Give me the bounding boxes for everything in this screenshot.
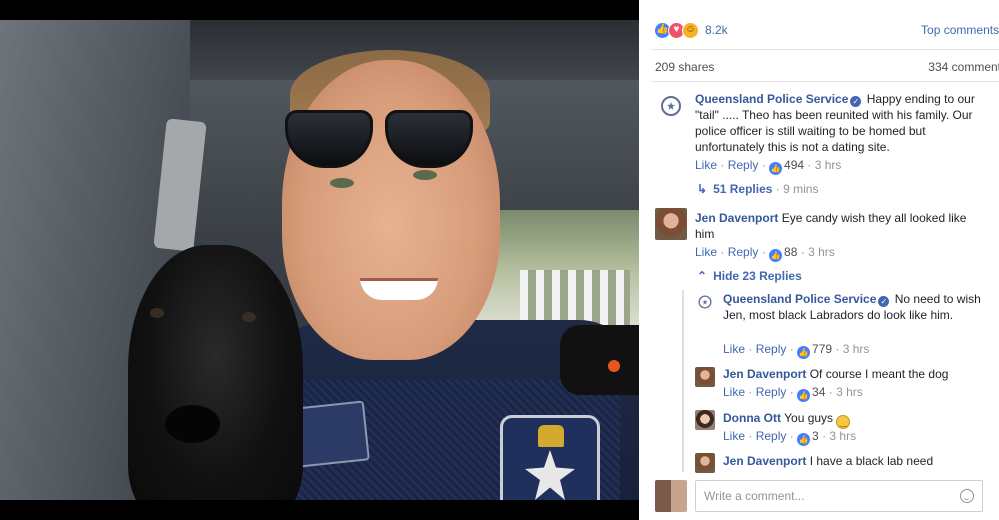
dog-eye-right bbox=[242, 312, 256, 322]
badge-crown bbox=[538, 425, 564, 447]
hide-replies-label: Hide 23 Replies bbox=[713, 269, 802, 283]
replies-time: 9 mins bbox=[783, 182, 819, 196]
reply-link[interactable]: Reply bbox=[756, 342, 787, 356]
comment-time[interactable]: 3 hrs bbox=[815, 158, 842, 172]
like-link[interactable]: Like bbox=[695, 158, 717, 172]
like-link[interactable]: Like bbox=[695, 245, 717, 259]
replies-count: 51 Replies bbox=[713, 182, 773, 196]
sort-comments-dropdown[interactable]: Top comments▼ bbox=[921, 23, 999, 37]
officer-eye-left bbox=[330, 178, 354, 188]
like-count[interactable]: 779 bbox=[812, 342, 832, 356]
avatar-queensland-police[interactable] bbox=[655, 90, 687, 122]
reply-time[interactable]: 3 hrs bbox=[829, 429, 856, 443]
like-count-icon: 👍 bbox=[769, 249, 783, 262]
current-user-avatar bbox=[655, 480, 687, 512]
avatar-jen-davenport[interactable] bbox=[655, 208, 687, 240]
reply-time[interactable]: 3 hrs bbox=[843, 342, 870, 356]
sunglasses bbox=[285, 110, 477, 168]
like-count[interactable]: 88 bbox=[784, 245, 797, 259]
sunglasses-lens-right bbox=[385, 110, 473, 168]
haha-icon[interactable]: ☺ bbox=[682, 22, 699, 39]
shares-count[interactable]: 209 shares bbox=[655, 60, 714, 74]
reply-1-actions: Like · Reply · 👍 779 · 3 hrs bbox=[723, 342, 870, 359]
comment-author[interactable]: Queensland Police Service bbox=[695, 92, 848, 106]
reply-author[interactable]: Jen Davenport bbox=[723, 454, 806, 468]
reply-arrow-icon: ↳ bbox=[697, 182, 708, 196]
dog-nose bbox=[165, 405, 220, 443]
comment-time[interactable]: 3 hrs bbox=[808, 245, 835, 259]
comment-1: Queensland Police Service ✓ Happy ending … bbox=[695, 91, 985, 155]
reply-2-actions: Like · Reply · 👍 34 · 3 hrs bbox=[723, 385, 863, 402]
reply-author[interactable]: Donna Ott bbox=[723, 411, 781, 425]
reply-time[interactable]: 3 hrs bbox=[836, 385, 863, 399]
stats-bar: 209 shares 334 comments bbox=[651, 52, 999, 82]
radio bbox=[560, 325, 639, 395]
like-count[interactable]: 494 bbox=[784, 158, 804, 172]
reply-text: Of course I meant the dog bbox=[809, 367, 949, 381]
comment-input[interactable] bbox=[696, 481, 946, 511]
reply-link[interactable]: Reply bbox=[756, 385, 787, 399]
radio-light bbox=[608, 360, 620, 372]
emoji-picker-icon[interactable] bbox=[960, 489, 974, 503]
avatar-jen-davenport[interactable] bbox=[695, 453, 715, 473]
comment-2-actions: Like · Reply · 👍 88 · 3 hrs bbox=[695, 245, 835, 262]
reply-3: Donna Ott You guys ‿ bbox=[723, 410, 987, 429]
comment-2: Jen Davenport Eye candy wish they all lo… bbox=[695, 210, 985, 242]
like-link[interactable]: Like bbox=[723, 385, 745, 399]
dog-eye-left bbox=[150, 308, 164, 318]
avatar-jen-davenport[interactable] bbox=[695, 367, 715, 387]
reply-author[interactable]: Queensland Police Service bbox=[723, 292, 876, 306]
comment-composer bbox=[695, 480, 983, 512]
like-count-icon: 👍 bbox=[797, 346, 811, 359]
reply-1: Queensland Police Service ✓ No need to wi… bbox=[723, 291, 987, 323]
comment-author[interactable]: Jen Davenport bbox=[695, 211, 778, 225]
officer-smile bbox=[360, 278, 438, 300]
officer-eye-right bbox=[413, 170, 437, 180]
like-count-icon: 👍 bbox=[797, 389, 811, 402]
like-count[interactable]: 3 bbox=[812, 429, 819, 443]
reply-text: I have a black lab need bbox=[809, 454, 934, 468]
sunglasses-lens-left bbox=[285, 110, 373, 168]
avatar-queensland-police[interactable] bbox=[695, 292, 715, 312]
verified-icon: ✓ bbox=[850, 96, 862, 107]
photo-viewer: 👍 ♥ ☺ 8.2k Top comments▼ 209 shares 334 … bbox=[0, 0, 999, 520]
reply-author[interactable]: Jen Davenport bbox=[723, 367, 806, 381]
reply-link[interactable]: Reply bbox=[756, 429, 787, 443]
chevron-up-icon: ⌃ bbox=[697, 269, 708, 283]
avatar-donna-ott[interactable] bbox=[695, 410, 715, 430]
dog bbox=[128, 245, 303, 500]
police-logo-icon bbox=[661, 96, 681, 116]
photo[interactable] bbox=[0, 20, 639, 500]
comments-panel: 👍 ♥ ☺ 8.2k Top comments▼ 209 shares 334 … bbox=[639, 0, 999, 520]
reply-link[interactable]: Reply bbox=[728, 245, 759, 259]
reply-link[interactable]: Reply bbox=[728, 158, 759, 172]
photo-area bbox=[0, 0, 639, 520]
reactions-bar: 👍 ♥ ☺ 8.2k Top comments▼ bbox=[651, 10, 999, 50]
reply-2: Jen Davenport Of course I meant the dog bbox=[723, 366, 987, 382]
like-link[interactable]: Like bbox=[723, 342, 745, 356]
like-link[interactable]: Like bbox=[723, 429, 745, 443]
reaction-count[interactable]: 8.2k bbox=[705, 23, 728, 37]
reply-4: Jen Davenport I have a black lab need bbox=[723, 453, 987, 469]
comments-count[interactable]: 334 comments bbox=[928, 60, 999, 74]
hide-replies-link[interactable]: ⌃ Hide 23 Replies bbox=[697, 269, 802, 283]
reply-3-actions: Like · Reply · 👍 3 · 3 hrs bbox=[723, 429, 857, 446]
like-count[interactable]: 34 bbox=[812, 385, 825, 399]
reply-text: You guys bbox=[784, 411, 834, 425]
like-count-icon: 👍 bbox=[797, 433, 811, 446]
comment-1-actions: Like · Reply · 👍 494 · 3 hrs bbox=[695, 158, 842, 175]
reply-thread-line bbox=[682, 290, 684, 472]
police-logo-icon bbox=[698, 295, 712, 309]
officer-head bbox=[282, 60, 500, 360]
verified-icon: ✓ bbox=[878, 296, 890, 307]
like-count-icon: 👍 bbox=[769, 162, 783, 175]
sort-label: Top comments bbox=[921, 23, 999, 37]
laughing-emoji-icon: ‿ bbox=[836, 415, 851, 429]
view-replies-link[interactable]: ↳ 51 Replies · 9 mins bbox=[697, 182, 818, 196]
